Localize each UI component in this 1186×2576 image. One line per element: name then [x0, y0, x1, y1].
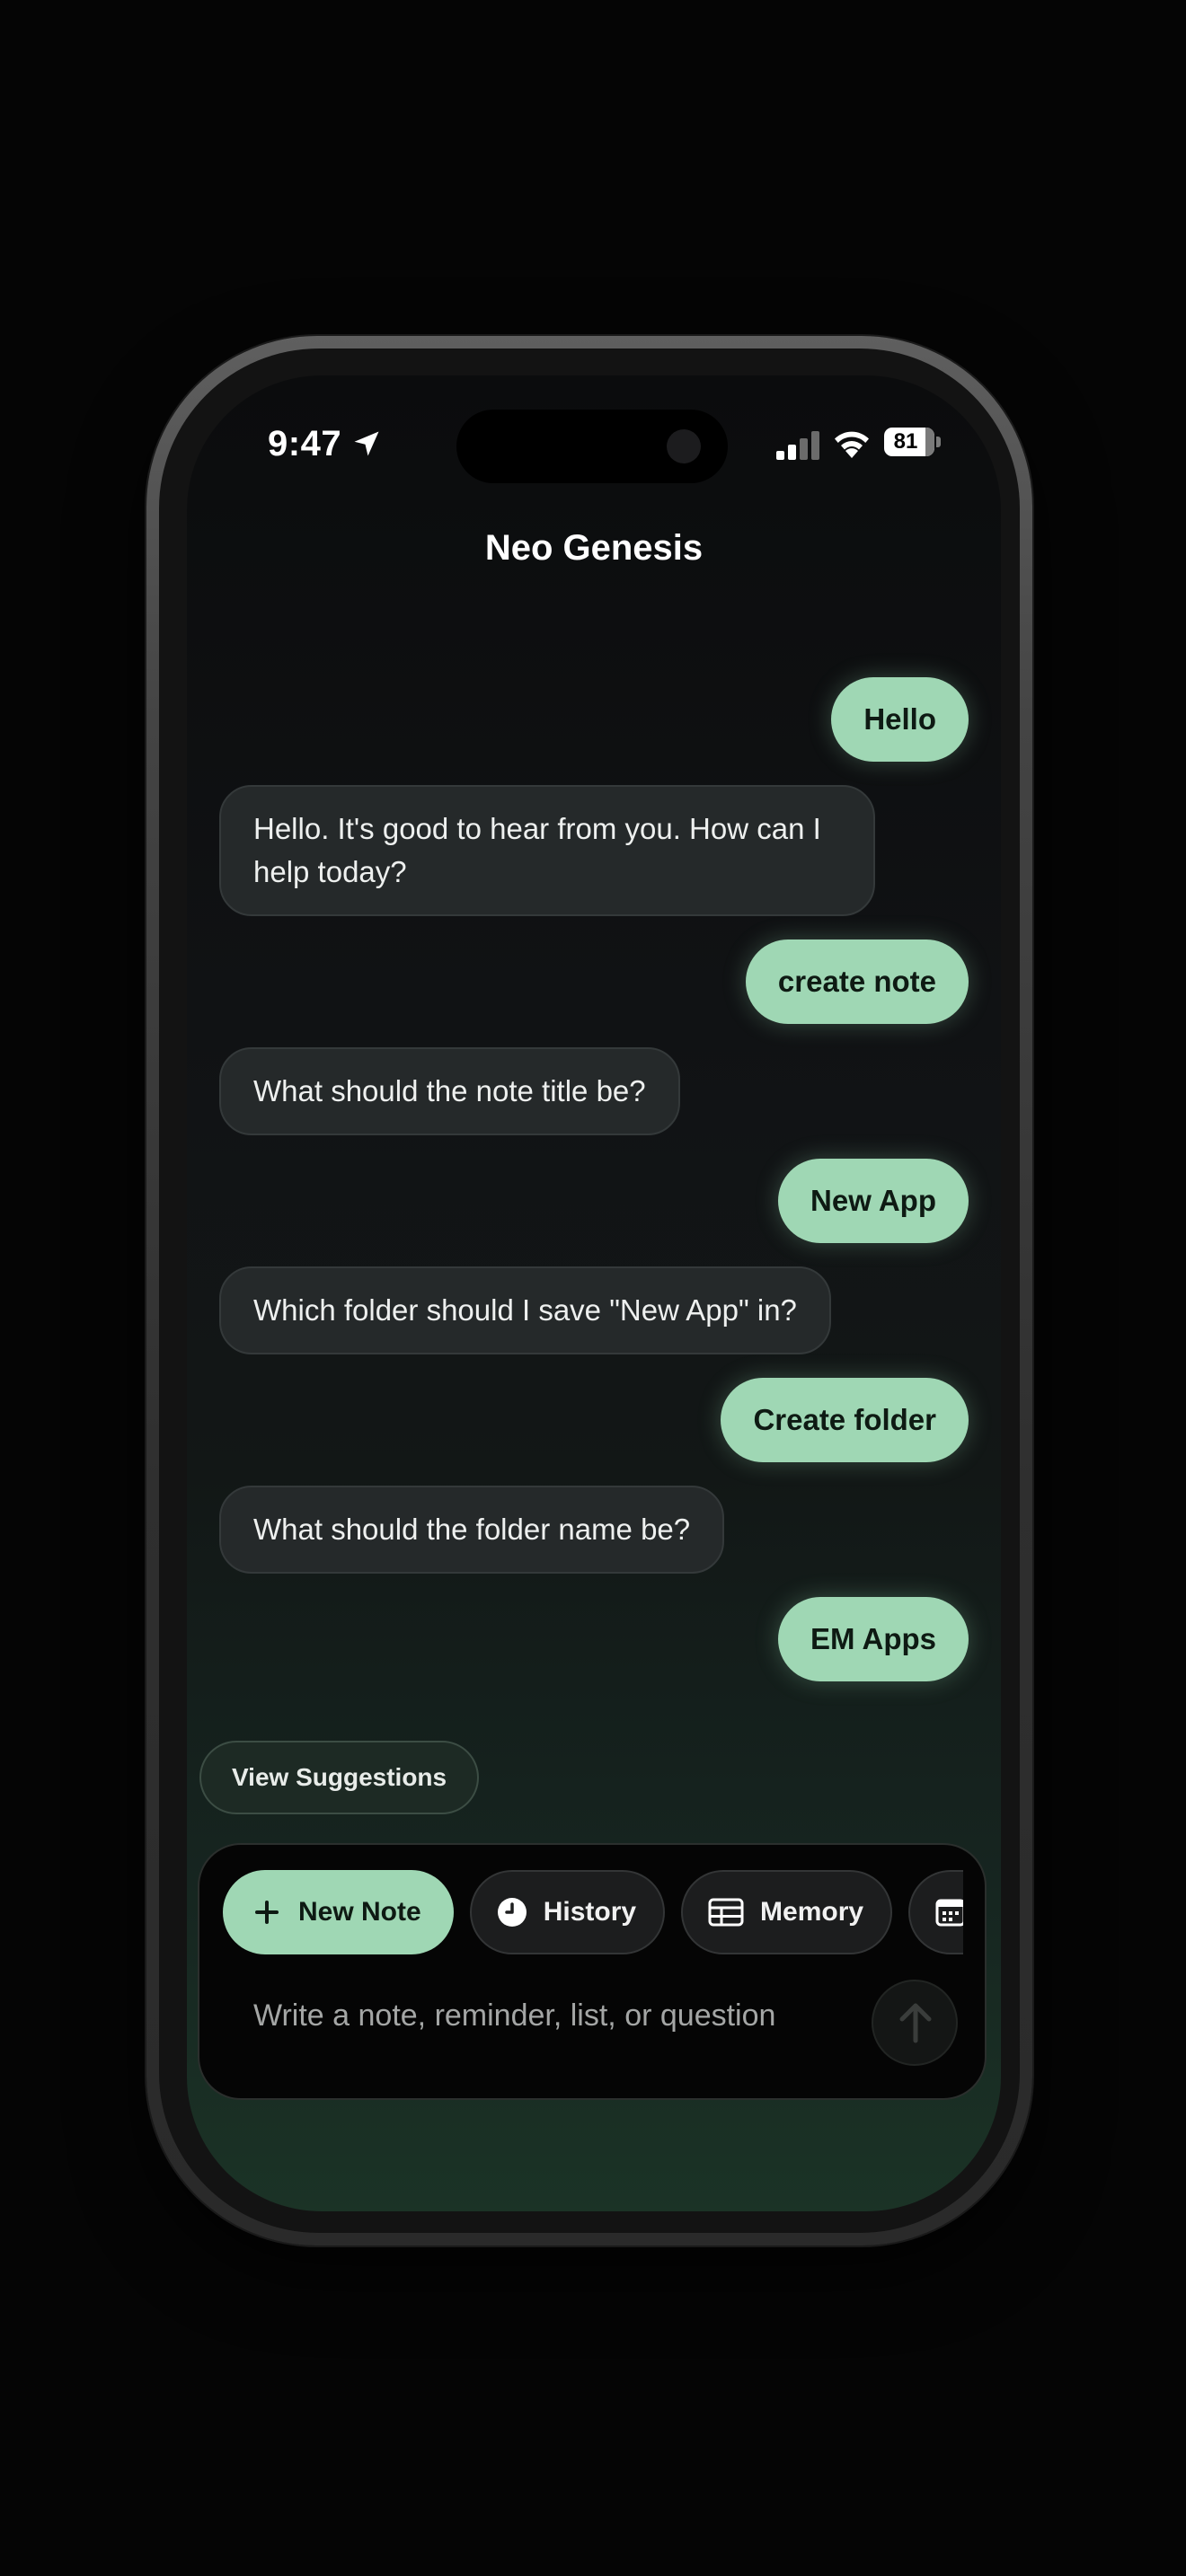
new-note-button[interactable]: New Note	[223, 1870, 454, 1954]
dynamic-island	[456, 410, 728, 483]
user-message-bubble: New App	[778, 1159, 969, 1243]
page-title: Neo Genesis	[484, 528, 704, 568]
user-message-bubble: Hello	[831, 677, 969, 762]
assistant-message-bubble: Hello. It's good to hear from you. How c…	[219, 785, 875, 916]
history-button[interactable]: History	[469, 1870, 666, 1954]
send-button[interactable]	[872, 1980, 958, 2066]
view-suggestions-button[interactable]: View Suggestions	[199, 1741, 480, 1814]
user-message-bubble: Create folder	[721, 1378, 969, 1462]
user-message-bubble: create note	[745, 940, 969, 1024]
wifi-icon	[835, 431, 869, 458]
assistant-message-bubble: What should the note title be?	[219, 1047, 680, 1135]
composer: New Note History Memory Write a note, re…	[198, 1843, 987, 2100]
battery-level: 81	[893, 429, 918, 454]
memory-label: Memory	[760, 1897, 864, 1927]
cellular-signal-icon	[776, 431, 819, 460]
battery-icon: 81	[884, 428, 942, 458]
quick-action-chips: New Note History Memory	[223, 1870, 963, 1956]
location-arrow-icon	[354, 431, 379, 456]
user-message-bubble: EM Apps	[778, 1597, 969, 1681]
battery-body: 81	[884, 428, 934, 456]
camera-icon	[667, 429, 701, 463]
assistant-message-bubble: What should the folder name be?	[219, 1486, 725, 1574]
calendar-icon	[935, 1899, 963, 1927]
message-input[interactable]	[253, 1989, 828, 2042]
history-label: History	[543, 1897, 637, 1927]
chat-thread: Hello Hello. It's good to hear from you. …	[219, 677, 969, 1681]
arrow-up-icon	[899, 2003, 932, 2043]
phone-screen: 9:47 81 Neo Genesis Hello Hello. It's go…	[187, 375, 1001, 2211]
plus-icon	[255, 1901, 279, 1924]
assistant-message-bubble: Which folder should I save "New App" in?	[219, 1266, 831, 1354]
status-time: 9:47	[268, 424, 342, 463]
clock-icon	[497, 1898, 527, 1927]
battery-tip	[936, 437, 941, 447]
new-note-label: New Note	[298, 1897, 421, 1927]
calendar-button[interactable]	[908, 1870, 963, 1954]
memory-button[interactable]: Memory	[681, 1870, 893, 1954]
table-icon	[708, 1898, 744, 1927]
stage: 9:47 81 Neo Genesis Hello Hello. It's go…	[0, 0, 1186, 2576]
